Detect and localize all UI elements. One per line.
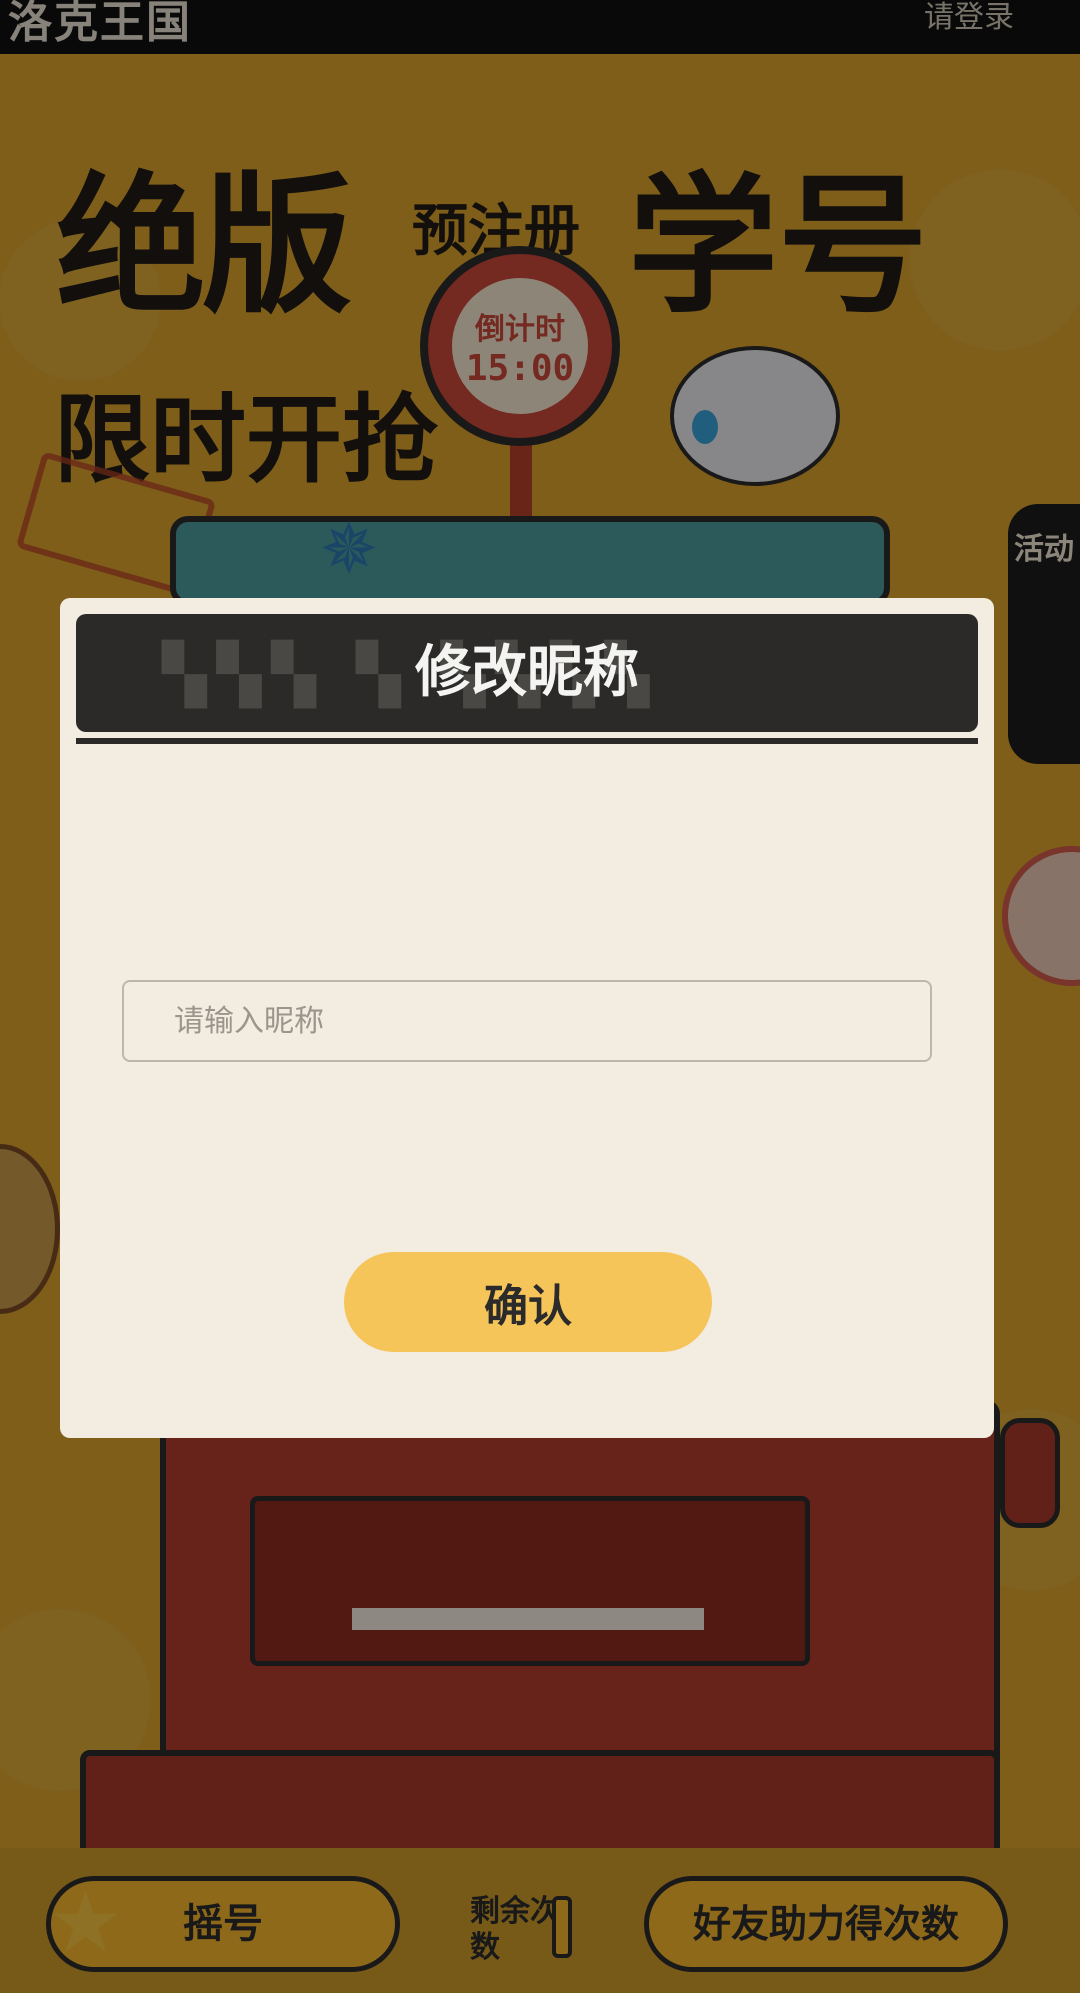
page: 洛克王国 请登录 绝版 预注册 学号 限时开抢 倒计时 15:00 活动 ✵ 摇… — [0, 0, 1080, 1993]
nickname-input[interactable] — [122, 980, 932, 1062]
dialog-divider — [76, 738, 978, 744]
edit-nickname-dialog: ▚▚▚ ▚ ▚▚▚▚ 修改昵称 确认 — [60, 598, 994, 1438]
dialog-header: ▚▚▚ ▚ ▚▚▚▚ 修改昵称 — [76, 614, 978, 732]
confirm-button[interactable]: 确认 — [344, 1252, 712, 1352]
dialog-title: 修改昵称 — [415, 640, 639, 705]
